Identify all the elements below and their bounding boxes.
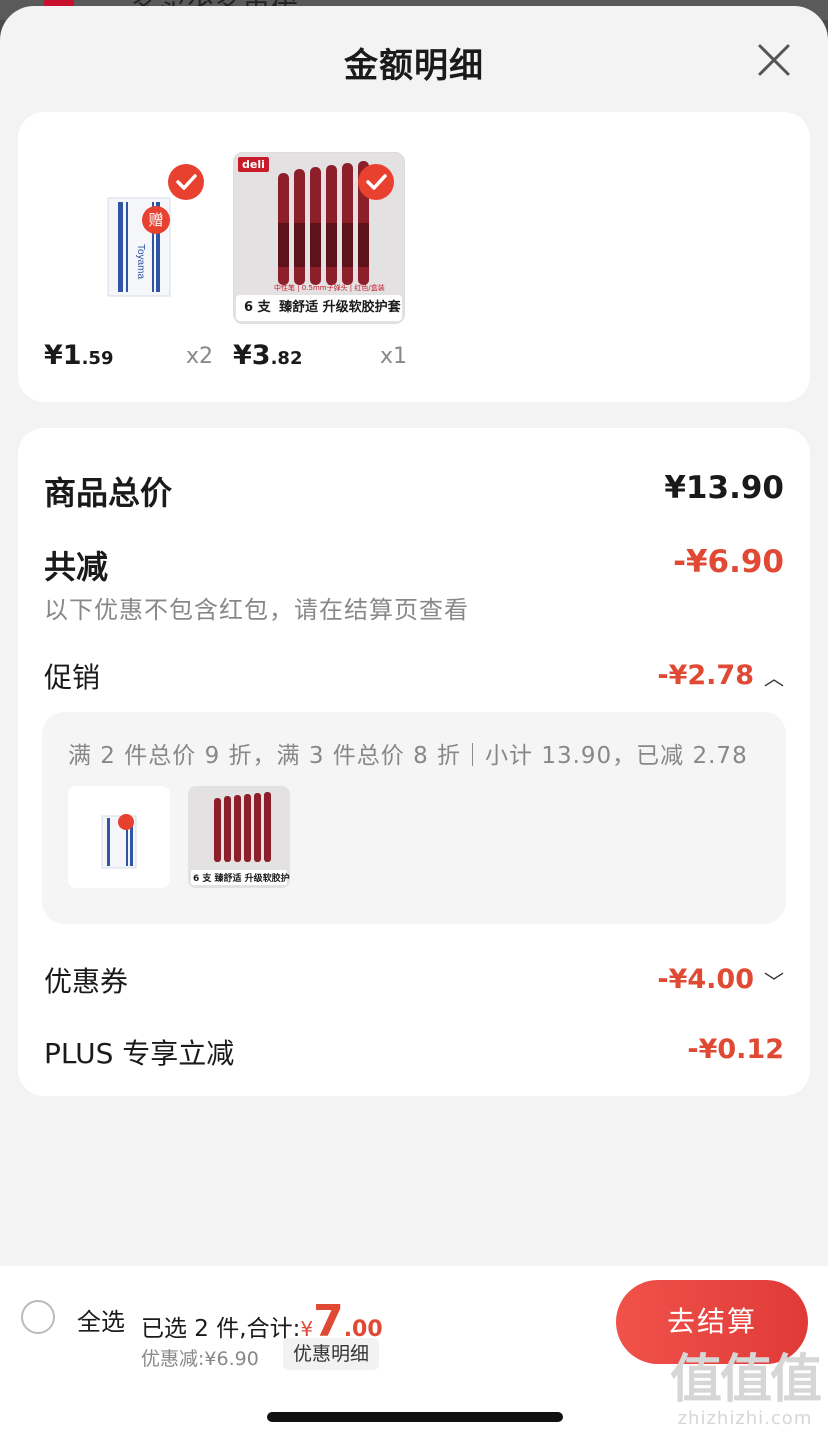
close-icon <box>758 44 790 76</box>
thumb-pack-label: 6 支 臻舒适 升级软胶护套 <box>193 871 290 884</box>
site-watermark: 值值值 zhizhizhi.com <box>669 1350 822 1429</box>
item-price-2: ¥3.82 <box>233 340 302 371</box>
total-reduce-value: -¥6.90 <box>673 544 784 580</box>
svg-text:Toyama: Toyama <box>135 244 146 279</box>
discount-detail-button[interactable]: 优惠明细 <box>283 1338 380 1370</box>
pack-info: 中性笔 | 0.5mm子弹头 | 红色/盒装 <box>274 284 385 292</box>
goods-total-value: ¥13.90 <box>664 470 784 506</box>
item-price-1: ¥1.59 <box>44 340 113 371</box>
select-all-radio[interactable] <box>21 1300 55 1334</box>
plus-value: -¥0.12 <box>687 1034 784 1065</box>
eraser-package-icon <box>101 814 137 869</box>
selected-items-card: Toyama 赠 deli 中性笔 | 0.5mm子弹头 | 红色/盒装 6 支… <box>18 112 810 402</box>
price-int: ¥3 <box>233 340 271 371</box>
item-qty-1: x2 <box>186 344 214 369</box>
watermark-site: zhizhizhi.com <box>677 1408 813 1429</box>
item-qty-2: x1 <box>380 344 408 369</box>
brand-logo: deli <box>238 157 269 172</box>
promo-toggle[interactable]: -¥2.78 ︿ <box>657 660 784 691</box>
coupon-value: -¥4.00 <box>657 964 754 995</box>
sheet-header: 金额明细 <box>0 6 828 110</box>
total-reduce-label: 共减 <box>44 548 109 586</box>
pack-count: 6 支 <box>244 300 271 315</box>
item-checkbox-2[interactable] <box>358 164 394 200</box>
thumb-pack-count: 6 支 <box>193 874 212 884</box>
watermark-logo: 值值值 <box>669 1350 822 1410</box>
promo-detail-text: 满 2 件总价 9 折，满 3 件总价 8 折｜小计 13.90，已减 2.78 <box>68 743 748 769</box>
promo-thumb-pens[interactable]: 6 支 臻舒适 升级软胶护套 <box>188 786 290 888</box>
promo-detail-box: 满 2 件总价 9 折，满 3 件总价 8 折｜小计 13.90，已减 2.78 <box>42 712 786 924</box>
item-checkbox-1[interactable] <box>168 164 204 200</box>
promo-label: 促销 <box>44 661 101 694</box>
plus-label: PLUS 专享立减 <box>44 1037 235 1070</box>
close-button[interactable] <box>754 40 794 80</box>
gift-badge: 赠 <box>142 206 170 234</box>
amount-detail-sheet: 金额明细 Toyama 赠 deli 中性笔 | 0.5mm子弹头 | 红色/盒… <box>0 6 828 1440</box>
coupon-label: 优惠券 <box>44 965 129 998</box>
price-int: ¥1 <box>44 340 82 371</box>
promo-value: -¥2.78 <box>657 660 754 691</box>
product-image-eraser[interactable]: Toyama 赠 <box>60 152 232 324</box>
chevron-up-icon: ︿ <box>764 666 784 690</box>
promo-thumb-eraser[interactable] <box>68 786 170 888</box>
price-summary-card: 商品总价 ¥13.90 共减 -¥6.90 以下优惠不包含红包，请在结算页查看 … <box>18 428 810 1096</box>
pack-slogan: 臻舒适 升级软胶护套 <box>279 300 401 315</box>
eraser-package-icon: Toyama <box>107 197 171 297</box>
price-dec: .82 <box>270 348 303 369</box>
check-icon <box>366 174 387 190</box>
discount-note: 以下优惠不包含红包，请在结算页查看 <box>44 596 469 624</box>
price-dec: .59 <box>81 348 114 369</box>
discount-summary: 优惠减:¥6.90 <box>141 1348 259 1370</box>
check-icon <box>176 174 197 190</box>
chevron-down-icon: ﹀ <box>764 970 784 994</box>
sheet-title: 金额明细 <box>344 46 484 86</box>
checkout-bar: 全选 已选 2 件,合计:¥7.00 优惠减:¥6.90 优惠明细 去结算 值值… <box>0 1266 828 1440</box>
select-all-label[interactable]: 全选 <box>77 1302 125 1337</box>
home-indicator[interactable] <box>267 1412 563 1422</box>
goods-total-label: 商品总价 <box>44 474 173 512</box>
coupon-toggle[interactable]: -¥4.00 ﹀ <box>657 964 784 995</box>
selected-text: 已选 2 件,合计: <box>141 1316 301 1342</box>
pack-label: 6 支 臻舒适 升级软胶护套 <box>236 295 402 321</box>
thumb-pack-slogan: 臻舒适 升级软胶护套 <box>214 874 290 884</box>
